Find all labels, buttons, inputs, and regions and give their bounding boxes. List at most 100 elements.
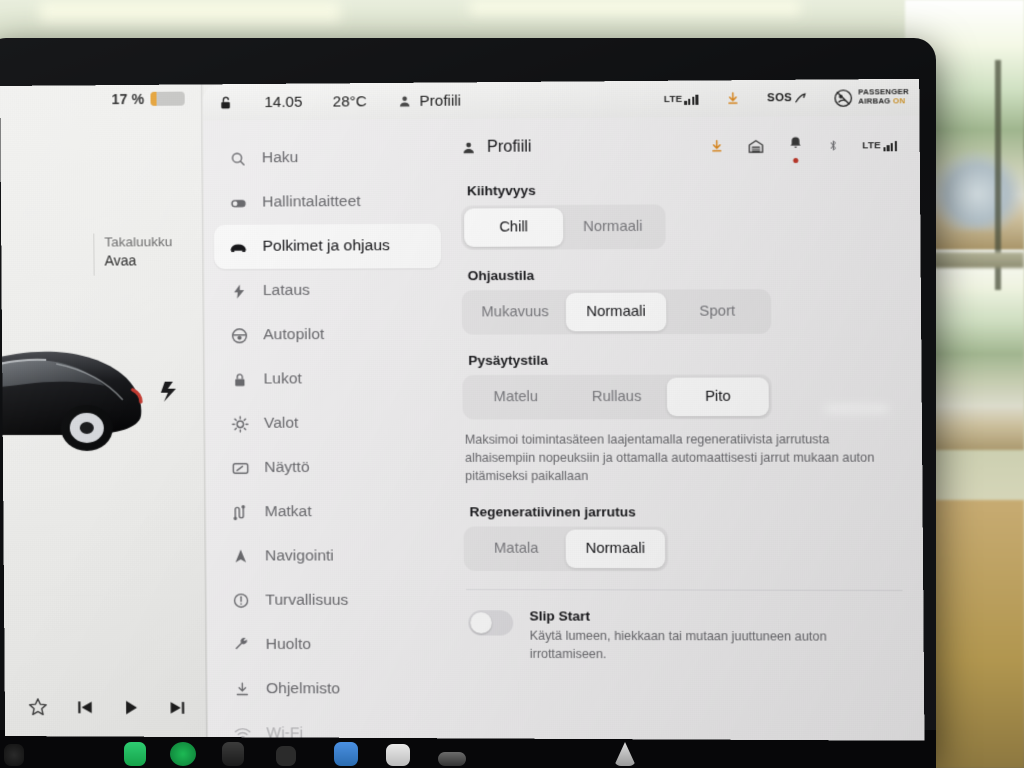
dock-icon[interactable] [614, 742, 636, 766]
trips-icon [230, 503, 250, 522]
sidebar-item-label: Matkat [264, 503, 312, 521]
unlock-icon[interactable] [217, 94, 234, 111]
ceiling-light [470, 0, 800, 16]
download-icon[interactable] [725, 90, 741, 106]
car-icon [228, 237, 248, 257]
safety-icon [231, 592, 251, 610]
sidebar-item-ohjelmisto[interactable]: Ohjelmisto [217, 667, 444, 712]
sidebar-item-label: Huolto [265, 635, 312, 654]
segmented-control-regenerative-braking: Matala Normaali [463, 526, 669, 572]
sidebar-item-label: Hallintalaitteet [262, 192, 361, 211]
sidebar-item-label: Haku [261, 149, 299, 167]
bolt-icon [228, 283, 248, 300]
segment-option-normaali[interactable]: Normaali [565, 292, 667, 332]
segment-option-rullaus[interactable]: Rullaus [566, 378, 667, 417]
sidebar-item-wifi[interactable]: Wi-Fi [218, 711, 445, 741]
dock-icon[interactable] [4, 744, 24, 766]
segmented-control-acceleration: Chill Normaali [460, 204, 666, 250]
dock-icon[interactable] [438, 752, 466, 766]
sidebar-item-matkat[interactable]: Matkat [216, 490, 443, 534]
segment-option-matala[interactable]: Matala [467, 529, 566, 568]
segment-option-chill[interactable]: Chill [464, 207, 564, 247]
sidebar-item-huolto[interactable]: Huolto [217, 623, 444, 668]
dock-icon[interactable] [222, 742, 244, 766]
slip-start-toggle[interactable] [468, 610, 514, 636]
profile-button[interactable]: Profiili [397, 92, 461, 110]
notification-bell[interactable] [787, 135, 804, 164]
section-label-steering-mode: Ohjaustila [467, 267, 535, 284]
settings-panel: 14.05 28°C Profiili LTE SOS PASSENGER AI… [202, 78, 925, 741]
settings-content: Profiili LTE Kiihtyvyys Chill Normaali O… [450, 115, 924, 740]
next-track-icon[interactable] [167, 698, 187, 718]
wrench-icon [231, 636, 251, 654]
light-icon [230, 414, 250, 433]
charge-port-bolt-icon [160, 381, 177, 402]
sidebar-item-label: Autopilot [263, 326, 325, 344]
segment-option-normaali[interactable]: Normaali [565, 529, 666, 569]
battery-icon [150, 91, 185, 106]
sidebar-item-polkimet-ja-ohjaus[interactable]: Polkimet ja ohjaus [213, 223, 442, 270]
sidebar-item-label: Turvallisuus [265, 591, 349, 609]
sidebar-item-valot[interactable]: Valot [215, 401, 442, 446]
play-icon[interactable] [121, 698, 141, 718]
sidebar-item-hallintalaitteet[interactable]: Hallintalaitteet [214, 179, 441, 225]
segment-option-sport[interactable]: Sport [666, 292, 768, 331]
airbag-state: ON [892, 96, 906, 106]
trunk-control[interactable]: Takaluukku Avaa [93, 233, 201, 276]
segmented-control-stopping-mode: Matelu Rullaus Pito [462, 374, 773, 420]
sidebar-item-turvallisuus[interactable]: Turvallisuus [217, 578, 444, 623]
page-title-label: Profiili [486, 138, 532, 156]
airbag-line2: AIRBAG [858, 96, 891, 106]
battery-percent-label: 17 % [111, 90, 145, 108]
dock-icon[interactable] [334, 742, 358, 766]
person-icon [400, 95, 410, 107]
trunk-action-label: Avaa [104, 252, 137, 269]
sidebar-item-navigointi[interactable]: Navigointi [216, 534, 443, 579]
garage-icon[interactable] [747, 137, 765, 154]
segment-option-mukavuus[interactable]: Mukavuus [465, 293, 566, 332]
battery-indicator: 17 % [111, 90, 185, 108]
sidebar-item-lataus[interactable]: Lataus [214, 268, 441, 313]
sidebar-item-label: Navigointi [264, 547, 334, 565]
temperature-label[interactable]: 28°C [333, 93, 367, 110]
download-icon[interactable] [709, 138, 725, 154]
sidebar-item-label: Polkimet ja ohjaus [262, 237, 390, 255]
navigation-icon [231, 547, 251, 565]
dock-icon[interactable] [124, 742, 146, 766]
dock-icon[interactable] [276, 746, 296, 766]
section-divider [466, 588, 903, 591]
segment-option-matelu[interactable]: Matelu [465, 378, 566, 417]
page-title[interactable]: Profiili [460, 138, 531, 157]
sidebar-item-label: Lataus [262, 281, 311, 300]
star-icon[interactable] [27, 696, 49, 718]
sidebar-item-lukot[interactable]: Lukot [215, 357, 442, 402]
status-bar: 14.05 28°C Profiili LTE SOS PASSENGER AI… [202, 78, 920, 121]
lte-label: LTE [663, 93, 683, 105]
sos-label: SOS [766, 91, 793, 105]
bluetooth-icon[interactable] [826, 136, 840, 154]
segment-option-normaali[interactable]: Normaali [563, 207, 663, 246]
dock-icon[interactable] [386, 744, 410, 766]
airbag-off-icon [833, 88, 853, 107]
sos-button[interactable]: SOS [767, 91, 807, 105]
segment-option-pito[interactable]: Pito [667, 377, 769, 417]
sidebar-item-label: Näyttö [264, 458, 310, 476]
section-label-acceleration: Kiihtyvyys [466, 182, 536, 199]
car-status-panel: 17 % Takaluukku Avaa [0, 84, 208, 738]
software-download-icon [232, 680, 252, 697]
media-controls [27, 696, 188, 719]
toggle-icon [228, 193, 248, 212]
sidebar-item-naytto[interactable]: Näyttö [216, 446, 443, 490]
clock-label: 14.05 [264, 93, 303, 111]
sidebar-item-label: Valot [263, 414, 299, 432]
notification-dot [792, 157, 798, 164]
tesla-touchscreen: 17 % Takaluukku Avaa 14.05 28°C Profiili… [0, 78, 925, 741]
content-header-icons: LTE [709, 134, 902, 164]
slip-start-title: Slip Start [529, 608, 591, 624]
sidebar-item-haku[interactable]: Haku [213, 135, 440, 181]
sidebar-item-autopilot[interactable]: Autopilot [215, 313, 442, 358]
dock-icon[interactable] [170, 742, 196, 766]
previous-track-icon[interactable] [75, 697, 95, 717]
content-header: Profiili LTE [460, 128, 901, 165]
lock-icon [229, 371, 249, 388]
